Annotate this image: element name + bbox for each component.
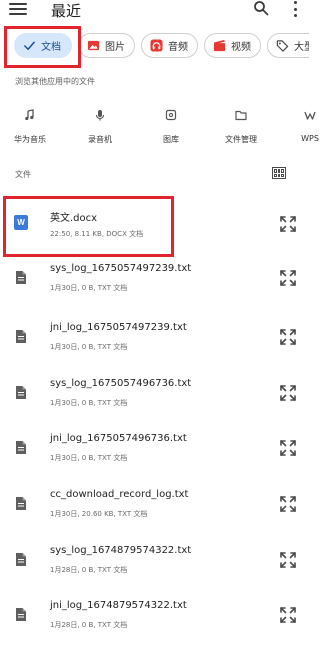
text-file-icon: [16, 330, 26, 343]
filter-chips: 文档 图片 音频 视频 大型: [0, 31, 309, 61]
page-title: 最近: [51, 2, 82, 20]
gallery-icon: [165, 109, 177, 121]
more-options-icon[interactable]: [290, 1, 300, 17]
file-name: jni_log_1675057497239.txt: [50, 322, 187, 333]
text-file-icon: [16, 497, 26, 510]
file-name: sys_log_1675057496736.txt: [50, 378, 192, 389]
app-huawei-music[interactable]: 华为音乐: [0, 106, 60, 150]
apps-section-label: 浏览其他应用中的文件: [15, 77, 95, 86]
file-name: jni_log_1674879574322.txt: [50, 600, 187, 611]
file-row[interactable]: W 英文.docx 22:50, 8.11 KB, DOCX 文档: [0, 198, 309, 248]
chip-label: 大型: [294, 42, 309, 53]
file-row[interactable]: jni_log_1674879574322.txt 1月28日, 0 B, TX…: [0, 589, 309, 639]
file-name: sys_log_1674879574322.txt: [50, 545, 192, 556]
app-label: 录音机: [88, 135, 112, 144]
expand-icon[interactable]: [279, 384, 297, 402]
apps-row: 华为音乐 录音机 图库 文件管理 WPS: [0, 106, 319, 150]
microphone-icon: [95, 110, 105, 121]
chip-audio[interactable]: 音频: [141, 33, 198, 58]
file-meta: 1月30日, 0 B, TXT 文档: [50, 343, 128, 351]
file-row[interactable]: sys_log_1675057497239.txt 1月30日, 0 B, TX…: [0, 252, 309, 302]
text-file-icon: [16, 271, 26, 284]
file-meta: 1月30日, 20.60 KB, TXT 文档: [50, 510, 148, 518]
clapperboard-icon: [213, 39, 226, 52]
file-meta: 1月28日, 0 B, TXT 文档: [50, 566, 128, 574]
expand-icon[interactable]: [279, 269, 297, 287]
headphones-icon: [150, 39, 163, 52]
app-label: 文件管理: [225, 135, 257, 144]
file-name: 英文.docx: [50, 213, 98, 224]
app-recorder[interactable]: 录音机: [70, 106, 130, 150]
file-meta: 1月30日, 0 B, TXT 文档: [50, 399, 128, 407]
image-icon: [87, 40, 100, 51]
chip-label: 音频: [168, 42, 188, 53]
expand-icon[interactable]: [279, 215, 297, 233]
file-name: sys_log_1675057497239.txt: [50, 263, 192, 274]
file-row[interactable]: sys_log_1675057496736.txt 1月30日, 0 B, TX…: [0, 367, 309, 417]
menu-icon[interactable]: [8, 1, 28, 17]
app-file-manager[interactable]: 文件管理: [211, 106, 271, 150]
expand-icon[interactable]: [279, 328, 297, 346]
chip-label: 图片: [105, 42, 125, 53]
wps-icon: [304, 111, 316, 120]
file-name: jni_log_1675057496736.txt: [50, 433, 187, 444]
app-label: 图库: [163, 135, 179, 144]
file-meta: 1月30日, 0 B, TXT 文档: [50, 454, 128, 462]
chip-large-files[interactable]: 大型: [267, 33, 309, 58]
file-row[interactable]: jni_log_1675057497239.txt 1月30日, 0 B, TX…: [0, 311, 309, 361]
tag-icon: [276, 40, 289, 52]
file-row[interactable]: cc_download_record_log.txt 1月30日, 20.60 …: [0, 478, 309, 528]
expand-icon[interactable]: [279, 495, 297, 513]
folder-icon: [235, 110, 247, 121]
top-app-bar: 最近: [0, 0, 309, 24]
file-meta: 22:50, 8.11 KB, DOCX 文档: [50, 230, 144, 238]
text-file-icon: [16, 553, 26, 566]
word-doc-icon: W: [14, 215, 28, 230]
app-label: WPS: [301, 134, 319, 143]
check-icon: [24, 41, 35, 50]
expand-icon[interactable]: [279, 606, 297, 624]
app-gallery[interactable]: 图库: [141, 106, 201, 150]
grid-view-icon[interactable]: [272, 167, 286, 179]
file-name: cc_download_record_log.txt: [50, 489, 189, 500]
file-meta: 1月30日, 0 B, TXT 文档: [50, 284, 128, 292]
chip-label: 视频: [231, 42, 251, 53]
chip-documents[interactable]: 文档: [14, 33, 72, 58]
music-note-icon: [25, 109, 34, 121]
file-meta: 1月28日, 0 B, TXT 文档: [50, 621, 128, 629]
chip-images[interactable]: 图片: [78, 33, 135, 58]
text-file-icon: [16, 386, 26, 399]
search-icon[interactable]: [253, 0, 269, 16]
app-label: 华为音乐: [14, 135, 46, 144]
files-section-label: 文件: [15, 170, 31, 179]
text-file-icon: [16, 608, 26, 621]
expand-icon[interactable]: [279, 439, 297, 457]
file-row[interactable]: sys_log_1674879574322.txt 1月28日, 0 B, TX…: [0, 534, 309, 584]
app-wps[interactable]: WPS: [280, 106, 320, 150]
chip-label: 文档: [41, 42, 61, 53]
chip-video[interactable]: 视频: [204, 33, 261, 58]
file-row[interactable]: jni_log_1675057496736.txt 1月30日, 0 B, TX…: [0, 422, 309, 472]
text-file-icon: [16, 441, 26, 454]
expand-icon[interactable]: [279, 551, 297, 569]
